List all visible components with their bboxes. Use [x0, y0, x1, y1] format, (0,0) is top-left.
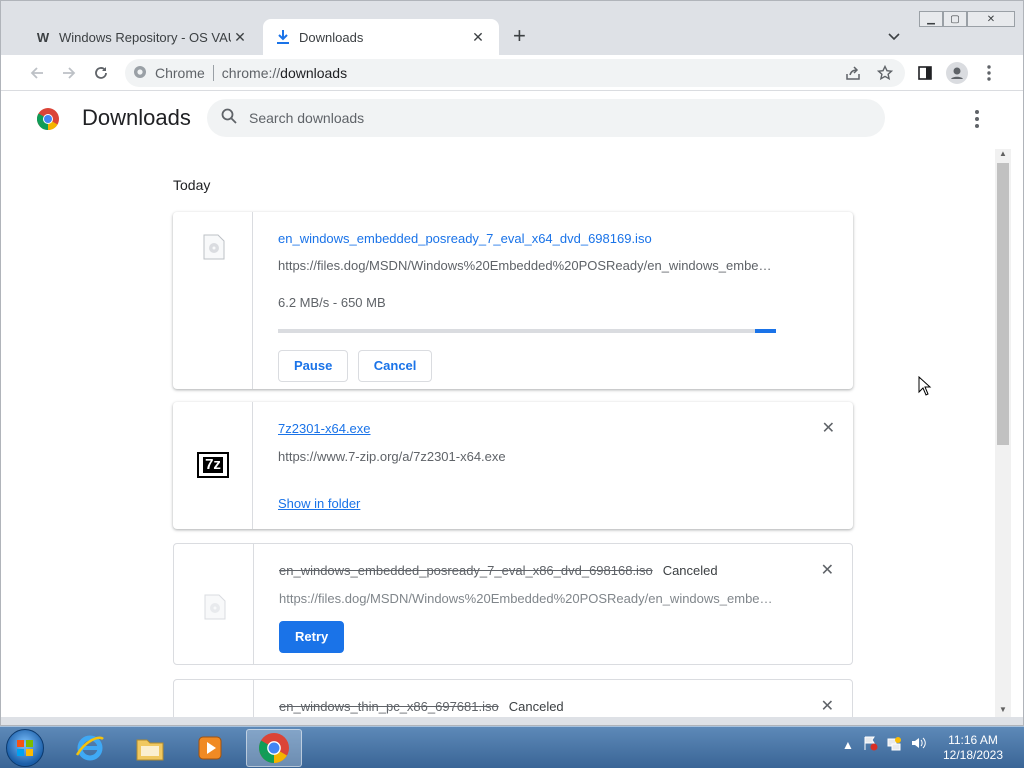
back-icon[interactable] — [25, 61, 49, 85]
file-name: en_windows_thin_pc_x86_697681.iso — [279, 699, 499, 714]
file-url: https://files.dog/MSDN/Windows%20Embedde… — [279, 591, 774, 606]
scrollbar-thumb[interactable] — [997, 163, 1009, 445]
maximize-button[interactable]: ▢ — [943, 11, 967, 27]
chrome-site-icon — [133, 65, 147, 82]
url-scheme: chrome:// — [221, 65, 281, 81]
toolbar: Chrome chrome://downloads — [1, 55, 1023, 91]
browser-window: W Windows Repository - OS VAULT ✕ Downlo… — [0, 0, 1024, 726]
file-name: en_windows_embedded_posready_7_eval_x86_… — [279, 563, 653, 578]
download-icon — [275, 29, 291, 45]
page-scrollbar[interactable]: ▲ ▼ — [995, 149, 1011, 717]
retry-button[interactable]: Retry — [279, 621, 345, 653]
file-explorer-icon[interactable] — [122, 729, 178, 767]
icon-label: 7z — [203, 456, 223, 473]
tab-windows-repository[interactable]: W Windows Repository - OS VAULT ✕ — [23, 19, 261, 55]
download-details: 7z2301-x64.exe https://www.7-zip.org/a/7… — [278, 402, 833, 513]
download-item: en_windows_thin_pc_x86_697681.iso Cancele… — [173, 679, 853, 717]
downloads-page: Downloads Today en_windows_embedded_posr… — [1, 91, 1023, 717]
download-details: en_windows_thin_pc_x86_697681.iso Cancele… — [279, 680, 832, 716]
progress-indicator — [755, 329, 776, 333]
remove-from-list-icon[interactable]: ✕ — [822, 418, 835, 438]
close-icon[interactable]: ✕ — [231, 29, 249, 46]
network-icon[interactable] — [886, 735, 902, 754]
url-host: downloads — [280, 65, 348, 81]
divider — [212, 65, 214, 81]
taskbar: ▲ 11:16 AM 12/18/2023 — [0, 726, 1024, 768]
mouse-cursor-icon — [918, 375, 932, 396]
scroll-down-icon[interactable]: ▼ — [995, 705, 1011, 717]
wordpress-icon: W — [36, 29, 50, 45]
volume-icon[interactable] — [910, 735, 926, 754]
chrome-taskbar-icon[interactable] — [246, 729, 302, 767]
file-icon-column: 7z — [173, 402, 253, 529]
download-item: en_windows_embedded_posready_7_eval_x64_… — [173, 212, 853, 389]
tab-search-icon[interactable] — [885, 27, 903, 45]
scroll-up-icon[interactable]: ▲ — [995, 149, 1011, 161]
file-icon-column — [173, 212, 253, 389]
tab-title: Windows Repository - OS VAULT — [59, 29, 231, 45]
show-in-folder-link[interactable]: Show in folder — [278, 496, 360, 511]
bookmark-star-icon[interactable] — [873, 61, 897, 85]
window-controls: ▁ ▢ ✕ — [919, 11, 1015, 27]
system-clock[interactable]: 11:16 AM 12/18/2023 — [936, 733, 1010, 763]
disc-image-file-icon — [204, 594, 226, 620]
clock-time: 11:16 AM — [948, 733, 998, 747]
progress-fill — [278, 329, 757, 333]
progress-text: 6.2 MB/s - 650 MB — [278, 295, 386, 310]
start-button[interactable] — [6, 729, 44, 767]
show-hidden-icons-icon[interactable]: ▲ — [842, 738, 854, 752]
search-icon — [221, 108, 237, 129]
download-item: 7z 7z2301-x64.exe https://www.7-zip.org/… — [173, 402, 853, 529]
download-item: en_windows_embedded_posready_7_eval_x86_… — [173, 543, 853, 665]
remove-from-list-icon[interactable]: ✕ — [821, 560, 834, 580]
system-tray: ▲ — [842, 735, 926, 754]
file-name-link[interactable]: en_windows_embedded_posready_7_eval_x64_… — [278, 231, 652, 246]
internet-explorer-icon[interactable] — [62, 729, 118, 767]
7zip-app-icon: 7z — [197, 452, 229, 478]
share-icon[interactable] — [841, 61, 865, 85]
forward-icon[interactable] — [57, 61, 81, 85]
cancel-button[interactable]: Cancel — [357, 350, 433, 382]
disc-image-file-icon — [203, 234, 225, 260]
file-name-link[interactable]: 7z2301-x64.exe — [278, 421, 371, 436]
file-icon-column — [174, 544, 254, 664]
clock-date: 12/18/2023 — [942, 748, 1004, 762]
action-center-flag-icon[interactable] — [862, 735, 878, 754]
pause-button[interactable]: Pause — [278, 350, 349, 382]
page-more-actions-icon[interactable] — [967, 107, 987, 131]
chrome-logo-icon — [37, 108, 59, 130]
page-title: Downloads — [82, 105, 191, 130]
download-details: en_windows_embedded_posready_7_eval_x86_… — [279, 544, 832, 653]
file-url: https://files.dog/MSDN/Windows%20Embedde… — [278, 258, 773, 273]
status-label: Canceled — [662, 563, 718, 578]
search-input[interactable] — [249, 110, 849, 126]
file-url: https://www.7-zip.org/a/7z2301-x64.exe — [278, 449, 506, 464]
tab-downloads[interactable]: Downloads ✕ — [263, 19, 499, 55]
minimize-button[interactable]: ▁ — [919, 11, 943, 27]
close-icon[interactable]: ✕ — [469, 29, 487, 46]
status-label: Canceled — [508, 699, 564, 714]
download-details: en_windows_embedded_posready_7_eval_x64_… — [278, 212, 833, 382]
remove-from-list-icon[interactable]: ✕ — [821, 696, 834, 716]
new-tab-button[interactable]: + — [513, 25, 526, 47]
date-heading: Today — [173, 177, 211, 193]
side-panel-icon[interactable] — [913, 61, 937, 85]
site-label: Chrome — [155, 65, 205, 81]
progress-bar — [278, 329, 776, 333]
menu-kebab-icon[interactable] — [977, 61, 1001, 85]
file-icon-column — [174, 680, 254, 717]
media-player-icon[interactable] — [182, 729, 238, 767]
close-window-button[interactable]: ✕ — [967, 11, 1015, 27]
address-bar[interactable]: Chrome chrome://downloads — [125, 59, 905, 87]
tab-title: Downloads — [299, 29, 364, 45]
page-header: Downloads — [1, 91, 1023, 147]
profile-icon[interactable] — [945, 61, 969, 85]
tab-strip: W Windows Repository - OS VAULT ✕ Downlo… — [1, 1, 1023, 55]
reload-icon[interactable] — [89, 61, 113, 85]
search-box[interactable] — [207, 99, 885, 137]
